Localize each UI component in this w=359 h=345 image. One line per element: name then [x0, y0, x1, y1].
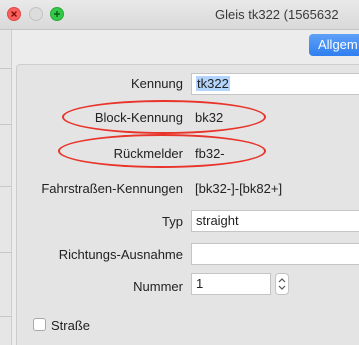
kennung-label: Kennung [130, 76, 183, 91]
kennung-value: tk322 [196, 76, 230, 91]
kennung-field[interactable]: tk322 [191, 73, 359, 95]
typ-value: straight [196, 213, 239, 228]
nummer-value: 1 [196, 276, 204, 291]
strasse-checkbox[interactable] [33, 318, 46, 331]
stepper-arrows-icon [278, 278, 286, 290]
background-window-edge [0, 30, 12, 345]
strasse-label: Straße [51, 318, 91, 333]
window-titlebar: Gleis tk322 (1565632 [0, 0, 359, 30]
highlight-ellipse-block-kennung [62, 100, 266, 134]
minimize-window-button[interactable] [29, 7, 43, 21]
maximize-window-button[interactable] [50, 7, 64, 21]
richtungs-ausnahme-field[interactable] [191, 243, 359, 265]
tab-strip [12, 30, 359, 64]
nummer-label: Nummer [133, 279, 183, 294]
window-title: Gleis tk322 (1565632 [215, 7, 339, 22]
close-icon [11, 11, 17, 17]
plus-icon [54, 11, 60, 17]
nummer-field[interactable]: 1 [191, 273, 271, 295]
fahrstrassen-kennungen-label: Fahrstraßen-Kennungen [41, 181, 183, 196]
highlight-ellipse-rueckmelder [58, 134, 266, 168]
richtungs-ausnahme-label: Richtungs-Ausnahme [58, 247, 183, 262]
typ-label: Typ [162, 214, 183, 229]
nummer-stepper[interactable] [275, 273, 289, 295]
tab-allgemein[interactable]: Allgem [309, 34, 359, 56]
typ-field[interactable]: straight [191, 210, 359, 232]
close-window-button[interactable] [7, 7, 21, 21]
fahrstrassen-kennungen-value[interactable]: [bk32-]-[bk82+] [195, 181, 282, 196]
